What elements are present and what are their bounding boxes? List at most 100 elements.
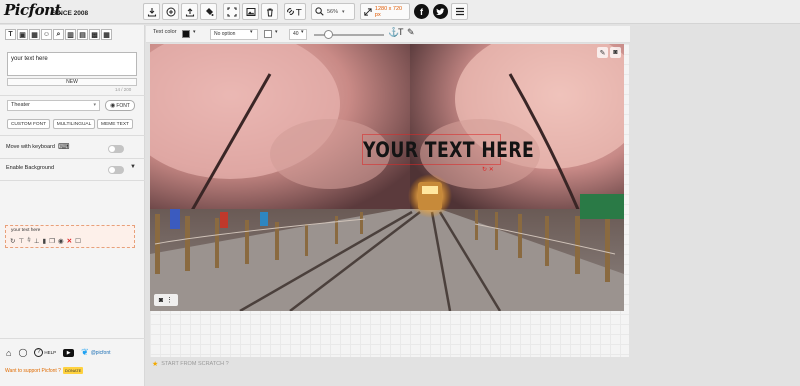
attach-tool-icon[interactable]: ⌕	[53, 29, 64, 40]
close-icon[interactable]: ✕	[67, 237, 72, 245]
donate-button[interactable]: DONATE	[62, 367, 84, 374]
add-button[interactable]	[162, 3, 179, 20]
layer-item[interactable]: your text here ↻ ⊤ ⫩ ⊥ ▮ ❐ ◉ ✕ ☐	[5, 225, 135, 248]
grid-tool-icon[interactable]: ▦	[101, 29, 112, 40]
resize-button[interactable]: 1280 x 720 px	[360, 3, 410, 20]
char-counter: 14 / 200	[115, 87, 132, 92]
download-button[interactable]	[143, 3, 160, 20]
camera-icon[interactable]: ◙	[159, 297, 163, 304]
chevron-down-icon[interactable]: ▾	[193, 29, 196, 35]
sliders-tool-icon[interactable]: ▤	[77, 29, 88, 40]
rotate-icon[interactable]: ↻	[10, 237, 15, 245]
chevron-down-icon[interactable]: ▼	[130, 164, 136, 170]
youtube-icon[interactable]: ▶	[63, 348, 75, 357]
twitter-icon[interactable]	[433, 4, 448, 19]
move-keyboard-label: Move with keyboard	[6, 144, 55, 150]
zoom-value: 56%	[327, 8, 339, 15]
fullscreen-icon	[226, 6, 237, 17]
text-tool-icon[interactable]: T	[5, 29, 16, 40]
fill-button[interactable]	[200, 3, 217, 20]
trash-icon[interactable]: ▮	[43, 237, 47, 245]
chevron-down-icon: ▾	[342, 8, 345, 15]
canvas-text[interactable]: YOUR TEXT HERE	[363, 138, 534, 162]
text-style-icon[interactable]: T	[398, 27, 404, 37]
fullscreen-button[interactable]	[223, 3, 240, 20]
background-color-swatch[interactable]	[264, 30, 272, 38]
font-select-value: Theater	[11, 102, 30, 108]
menu-button[interactable]	[451, 3, 468, 20]
eye-icon[interactable]: ◉	[58, 237, 64, 245]
home-icon[interactable]: ⌂	[6, 348, 11, 358]
custom-font-button[interactable]: CUSTOM FONT	[7, 119, 50, 129]
image-tool-icon[interactable]: ▣	[17, 29, 28, 40]
align-top-icon[interactable]: ⊤	[18, 237, 24, 245]
top-toolbar: Picfont SINCE 2008 T 56% ▾ 1280 x 720 px…	[0, 0, 800, 24]
duplicate-icon[interactable]: ❐	[49, 237, 55, 245]
support-banner: Want to support Picfont ? DONATE	[5, 367, 84, 374]
download-icon	[147, 7, 156, 17]
canvas-size-value: 1280 x 720 px	[374, 5, 403, 18]
divider	[0, 338, 145, 339]
text-input[interactable]: your text here	[7, 52, 137, 76]
chevron-down-icon: ▾	[301, 29, 304, 35]
multilingual-button[interactable]: MULTILINGUAL	[53, 119, 95, 129]
text-options-bar: Text color ▾ No option ▾ ▾ 40 ▾ ⚓ T ✎	[146, 26, 630, 43]
help-icon: ?	[34, 348, 44, 357]
zoom-icon	[315, 7, 324, 16]
background-photo	[150, 44, 624, 311]
new-text-button[interactable]: NEW	[7, 78, 137, 86]
keyboard-icon: ⌨	[58, 142, 70, 151]
twitter-icon: ❦	[81, 347, 89, 357]
delete-button[interactable]	[261, 3, 278, 20]
align-middle-icon[interactable]: ⫩	[27, 237, 31, 245]
twitter-link[interactable]: ❦ @picfont	[81, 347, 110, 358]
layer-name: your text here	[11, 228, 41, 233]
support-text: Want to support Picfont ?	[5, 367, 61, 374]
chevron-down-icon[interactable]: ▾	[275, 29, 278, 35]
font-size-input[interactable]: 40	[289, 29, 307, 40]
upload-icon	[185, 7, 194, 17]
gallery-tool-icon[interactable]: ▦	[29, 29, 40, 40]
align-bottom-icon[interactable]: ⊥	[34, 237, 40, 245]
divider	[0, 180, 145, 181]
start-from-scratch-link[interactable]: ★ START FROM SCRATCH ?	[152, 360, 229, 368]
left-panel: T ▣ ▦ ☺ ⌕ ▥ ▤ ▩ ▦ your text here NEW 14 …	[0, 25, 145, 386]
more-options-icon[interactable]: ⋮	[166, 296, 173, 304]
footer-icons: ⌂ ◯ ? HELP ▶ ❦ @picfont	[6, 347, 111, 358]
divider	[0, 158, 145, 159]
svg-text:T: T	[295, 8, 302, 17]
enable-background-label: Enable Background	[6, 165, 55, 171]
photo-tool-icon[interactable]: ▩	[89, 29, 100, 40]
layer-actions: ↻ ⊤ ⫩ ⊥ ▮ ❐ ◉ ✕ ☐	[10, 237, 81, 245]
size-slider-knob[interactable]	[324, 30, 333, 39]
chevron-down-icon: ▾	[250, 29, 253, 35]
checkbox-icon[interactable]: ☐	[75, 237, 81, 245]
zoom-dropdown[interactable]: 56% ▾	[311, 3, 355, 20]
rotate-handle-icon[interactable]: ↻ ✕	[482, 166, 494, 173]
chevron-down-icon: ▾	[93, 102, 96, 108]
help-label: HELP	[44, 350, 57, 355]
divider	[0, 95, 145, 96]
help-link[interactable]: ? HELP	[34, 348, 56, 357]
since-label: SINCE 2008	[52, 10, 89, 17]
tool-row: T ▣ ▦ ☺ ⌕ ▥ ▤ ▩ ▦	[5, 29, 112, 40]
font-select[interactable]: Theater ▾	[7, 100, 100, 111]
chat-icon[interactable]: ◯	[18, 348, 27, 357]
draw-icon[interactable]: ✎	[597, 47, 608, 58]
link-text-icon: T	[287, 7, 302, 17]
text-color-swatch[interactable]	[182, 30, 190, 38]
adjust-tool-icon[interactable]: ▥	[65, 29, 76, 40]
link-text-button[interactable]: T	[284, 3, 306, 20]
brush-icon[interactable]: ✎	[407, 27, 415, 38]
enable-background-toggle[interactable]	[108, 166, 124, 174]
meme-text-button[interactable]: MEME TEXT	[97, 119, 133, 129]
facebook-icon[interactable]: f	[414, 4, 429, 19]
move-keyboard-toggle[interactable]	[108, 145, 124, 153]
twitter-handle: @picfont	[90, 349, 111, 356]
camera-icon[interactable]: ◙	[610, 47, 621, 58]
image-button[interactable]	[242, 3, 259, 20]
emoji-tool-icon[interactable]: ☺	[41, 29, 52, 40]
snapshot-controls[interactable]: ◙ ⋮	[154, 294, 178, 306]
upload-button[interactable]	[181, 3, 198, 20]
font-preview-button[interactable]: ◉ FONT	[105, 100, 135, 111]
